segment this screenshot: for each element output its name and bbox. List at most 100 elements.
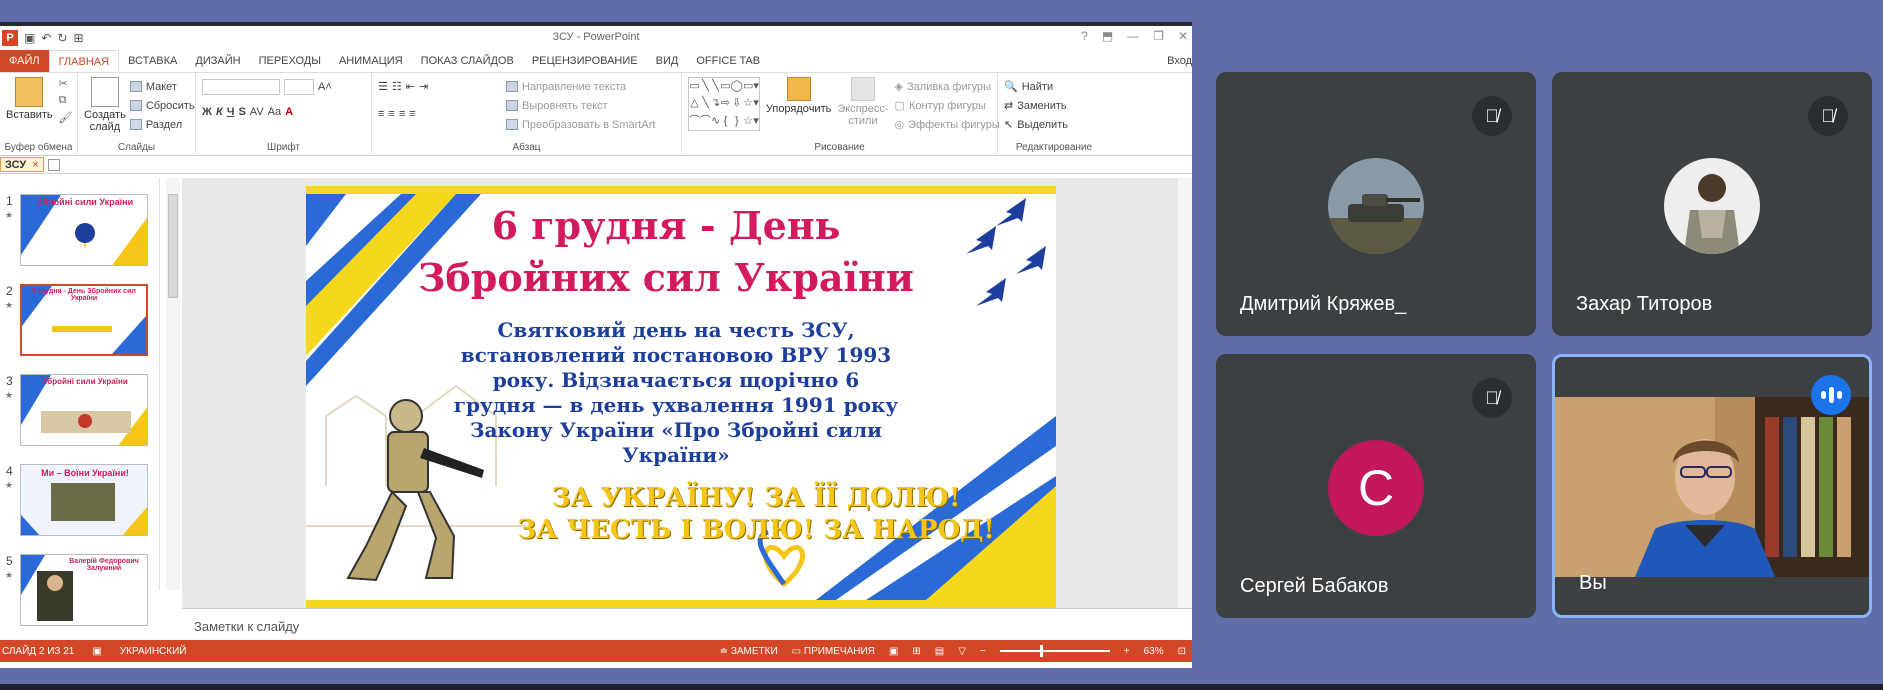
italic-button[interactable]: К — [216, 106, 223, 118]
grow-font-icon[interactable]: A˄ — [318, 81, 332, 93]
tab-file[interactable]: ФАЙЛ — [0, 50, 49, 72]
layout-label: Макет — [145, 80, 177, 93]
numbering-icon[interactable]: ☷ — [392, 80, 402, 93]
notes-toggle[interactable]: ≐ ЗАМЕТКИ — [720, 646, 778, 657]
minimize-icon[interactable]: — — [1127, 29, 1139, 43]
layout-button[interactable]: Макет — [129, 77, 195, 96]
participant-tile[interactable]: 🎙̸ Захар Титоров — [1552, 72, 1872, 336]
group-label: Шрифт — [267, 142, 300, 153]
participant-tile[interactable]: 🎙̸ Дмитрий Кряжев_ — [1216, 72, 1536, 336]
tab-view[interactable]: ВИД — [647, 50, 688, 72]
shape-effects-button[interactable]: ◎ Эффекты фигуры — [895, 115, 1000, 134]
outdent-icon[interactable]: ⇥ — [419, 80, 428, 93]
scroll-thumb[interactable] — [168, 194, 178, 298]
group-slides: Создать слайд Макет Сбросить Раздел Слай… — [78, 73, 196, 155]
tab-office-tab[interactable]: OFFICE TAB — [687, 50, 769, 72]
tab-slideshow[interactable]: ПОКАЗ СЛАЙДОВ — [412, 50, 523, 72]
sorter-view-icon[interactable]: ⊞ — [912, 646, 920, 657]
find-button[interactable]: 🔍 Найти — [1004, 77, 1104, 96]
shapes-gallery[interactable]: ▭ ╲ ╲ ▭ ◯ ▭ ▾ △ ╲ ↴ ⇨ ⇩ ☆ ▾ ⌒ ⌒ ∿{} ☆ ▾ — [688, 77, 760, 131]
tab-home[interactable]: ГЛАВНАЯ — [48, 50, 120, 72]
replace-button[interactable]: ⇄ Заменить — [1004, 96, 1104, 115]
arrange-button[interactable]: Упорядочить — [766, 77, 831, 134]
align-buttons[interactable]: ≡ ≡ ≡ ≡ — [378, 104, 496, 123]
shape-outline-label: Контур фигуры — [908, 99, 986, 112]
proofing-icon[interactable]: ▣ — [92, 646, 101, 657]
list-buttons[interactable]: ☰ ☷ ⇤ ⇥ — [378, 77, 496, 96]
group-clipboard: Вставить ✂ ⧉ 🖌 Буфер обмена — [0, 73, 78, 155]
format-painter-icon[interactable]: 🖌 — [59, 111, 73, 124]
tab-review[interactable]: РЕЦЕНЗИРОВАНИЕ — [523, 50, 647, 72]
section-button[interactable]: Раздел — [129, 115, 195, 134]
fit-slide-icon[interactable]: ⊡ — [1178, 646, 1186, 657]
slide-thumbnail-2[interactable]: 6 грудня - День Збройних сил України — [20, 284, 148, 356]
thumb-number: 2 — [6, 284, 13, 298]
tab-design[interactable]: ДИЗАЙН — [186, 50, 249, 72]
window-title: ЗСУ - PowerPoint — [552, 31, 640, 43]
tab-animation[interactable]: АНИМАЦИЯ — [330, 50, 412, 72]
reset-button[interactable]: Сбросить — [129, 96, 195, 115]
text-direction-button[interactable]: Направление текста — [506, 77, 655, 96]
align-right-icon[interactable]: ≡ — [399, 108, 405, 120]
present-icon[interactable]: ⊞ — [73, 31, 83, 45]
zoom-slider[interactable] — [999, 645, 1110, 657]
change-case-button[interactable]: Aa — [268, 106, 281, 118]
save-icon[interactable]: ▣ — [24, 31, 35, 45]
thumbnails-scrollbar[interactable] — [166, 178, 180, 590]
bullets-icon[interactable]: ☰ — [378, 80, 388, 93]
slide-thumbnail-3[interactable]: Збройні сили України — [20, 374, 148, 446]
align-center-icon[interactable]: ≡ — [388, 108, 394, 120]
bold-button[interactable]: Ж — [202, 106, 212, 118]
comments-toggle[interactable]: ▭ ПРИМЕЧАНИЯ — [792, 646, 875, 657]
slide-thumbnail-4[interactable]: Ми – Воїни України! — [20, 464, 148, 536]
login-link[interactable]: Вход — [1158, 50, 1192, 72]
new-slide-button[interactable]: Создать слайд — [84, 77, 126, 134]
paste-button[interactable]: Вставить — [6, 77, 53, 124]
normal-view-icon[interactable]: ▣ — [889, 646, 898, 657]
tab-transitions[interactable]: ПЕРЕХОДЫ — [250, 50, 330, 72]
smartart-button[interactable]: Преобразовать в SmartArt — [506, 115, 655, 134]
slideshow-view-icon[interactable]: ▽ — [958, 646, 966, 657]
tab-insert[interactable]: ВСТАВКА — [119, 50, 186, 72]
participant-tile[interactable]: 🎙̸ С Сергей Бабаков — [1216, 354, 1536, 618]
quick-styles-button[interactable]: Экспресс- стили — [837, 77, 889, 134]
cut-icon[interactable]: ✂ — [59, 77, 73, 90]
current-slide[interactable]: 6 грудня - День Збройних сил України Свя… — [306, 186, 1056, 608]
select-button[interactable]: ↖ Выделить — [1004, 115, 1104, 134]
document-tab[interactable]: ЗСУ × — [0, 157, 44, 172]
zoom-out-icon[interactable]: − — [980, 646, 986, 657]
shape-fill-button[interactable]: ◈ Заливка фигуры — [895, 77, 1000, 96]
section-icon — [129, 119, 142, 130]
zoom-level[interactable]: 63% — [1144, 646, 1164, 657]
thumb-number: 4 — [6, 464, 13, 478]
close-icon[interactable]: ✕ — [1178, 29, 1188, 43]
close-tab-icon[interactable]: × — [32, 159, 38, 171]
undo-icon[interactable]: ↶ — [41, 31, 51, 45]
font-size-select[interactable] — [284, 78, 314, 95]
language-indicator[interactable]: УКРАИНСКИЙ — [120, 646, 187, 657]
help-icon[interactable]: ? — [1081, 29, 1088, 43]
layout-icon — [129, 81, 142, 92]
redo-icon[interactable]: ↻ — [57, 31, 67, 45]
new-tab-icon[interactable] — [47, 158, 60, 171]
editor-scrollbar[interactable] — [1178, 178, 1192, 608]
align-left-icon[interactable]: ≡ — [378, 108, 384, 120]
char-spacing-button[interactable]: AV — [250, 106, 264, 118]
underline-button[interactable]: Ч — [227, 106, 235, 118]
font-family-select[interactable] — [202, 78, 280, 95]
slide-thumbnail-1[interactable]: Збройні сили України — [20, 194, 148, 266]
slide-thumbnail-5[interactable]: Валерій Федорович Залужний — [20, 554, 148, 626]
align-text-button[interactable]: Выровнять текст — [506, 96, 655, 115]
zoom-in-icon[interactable]: + — [1124, 646, 1130, 657]
justify-icon[interactable]: ≡ — [409, 108, 415, 120]
ribbon-display-icon[interactable]: ⬒ — [1102, 29, 1113, 43]
copy-icon[interactable]: ⧉ — [59, 94, 73, 107]
shape-outline-button[interactable]: ▢ Контур фигуры — [895, 96, 1000, 115]
self-tile[interactable]: Вы — [1552, 354, 1872, 618]
shadow-button[interactable]: S — [238, 106, 245, 118]
indent-icon[interactable]: ⇤ — [406, 80, 415, 93]
font-color-icon[interactable]: A — [285, 106, 293, 118]
restore-icon[interactable]: ❐ — [1153, 29, 1164, 43]
reading-view-icon[interactable]: ▤ — [935, 646, 944, 657]
slide-thumbnails-pane: 1 ★ Збройні сили України 2 ★ 6 грудня - … — [0, 178, 160, 626]
